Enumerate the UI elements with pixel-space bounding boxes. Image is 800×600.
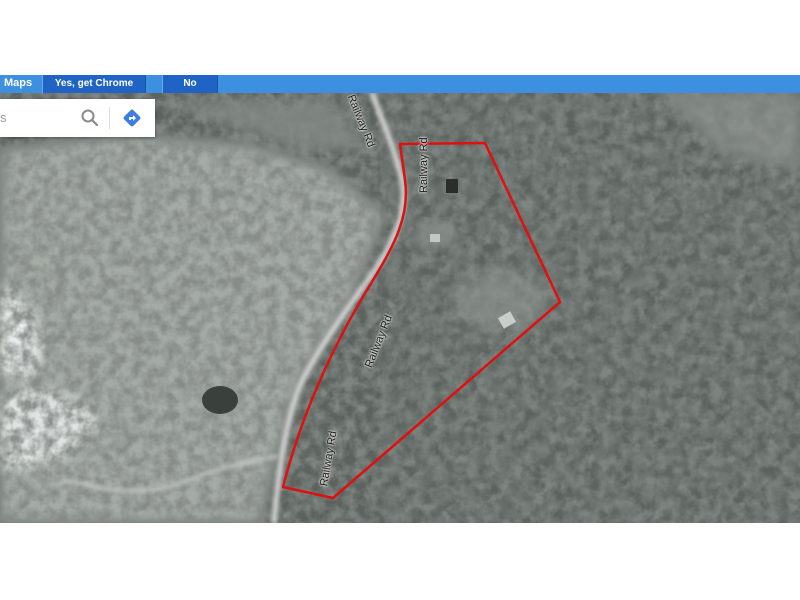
search-icon[interactable] — [80, 108, 100, 128]
search-box[interactable]: s — [0, 99, 155, 137]
farm-dam — [202, 386, 238, 414]
directions-icon[interactable] — [122, 108, 142, 128]
small-building — [430, 234, 440, 242]
search-input[interactable]: s — [0, 110, 7, 125]
get-chrome-button[interactable]: Yes, get Chrome now — [42, 75, 146, 107]
dense-forest-texture — [380, 93, 800, 523]
satellite-map[interactable]: Railway Rd Railway Rd Railway Rd Railway… — [0, 93, 800, 523]
chrome-promo-banner: Maps Yes, get Chrome now No thanks — [0, 75, 800, 107]
search-divider — [109, 107, 110, 129]
map-imagery — [0, 93, 800, 523]
road-label-upper: Railway Rd — [418, 137, 430, 193]
banner-title: Maps — [4, 77, 33, 89]
dark-building — [446, 179, 458, 193]
no-thanks-button[interactable]: No thanks — [162, 75, 218, 107]
